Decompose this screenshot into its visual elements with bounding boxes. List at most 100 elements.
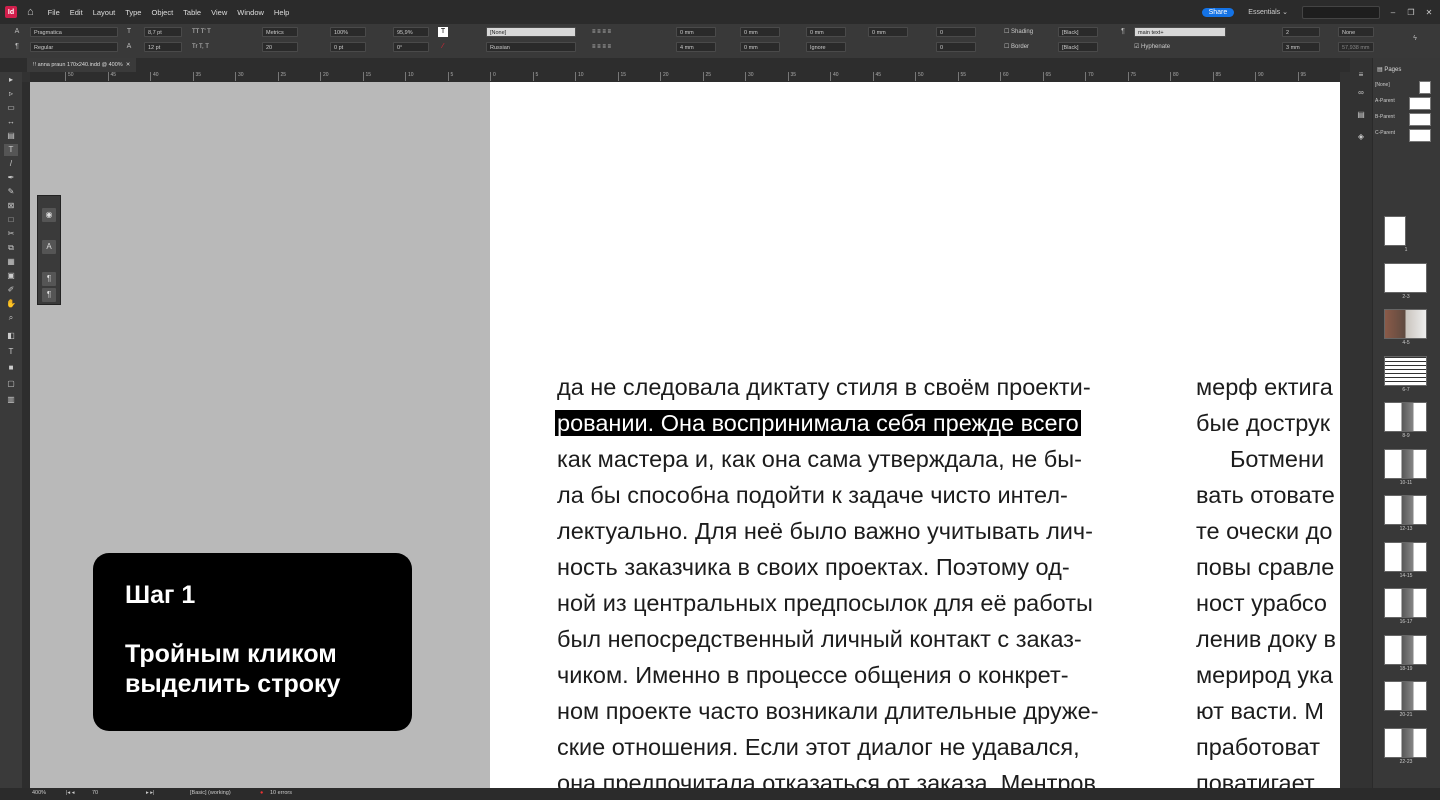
text-line[interactable]: ские отношения. Если этот диалог не удав… (557, 729, 1099, 765)
direct-selection-tool-icon[interactable]: ▹ (4, 88, 18, 100)
content-collector-icon[interactable]: ▤ (4, 130, 18, 142)
justify-buttons[interactable]: ≡ ≡ ≡ ≡ (592, 42, 611, 52)
layers-icon[interactable]: ◈ (1355, 132, 1367, 144)
paragraph-style-field[interactable]: main text+ (1134, 27, 1226, 37)
document-page[interactable]: да не следовала диктату стиля в своём пр… (490, 82, 1340, 788)
text-line[interactable]: она предпочитала отказаться от заказа. М… (557, 765, 1099, 788)
page-next-icon[interactable]: ▸ ▸| (146, 790, 154, 796)
text-line[interactable]: да не следовала диктату стиля в своём пр… (557, 369, 1099, 405)
page-number-field[interactable]: 70 (92, 790, 98, 796)
hyphenate-checkbox[interactable]: ☑ Hyphenate (1134, 42, 1170, 52)
page-thumbnail[interactable] (1384, 495, 1427, 525)
parent-page-label[interactable]: C-Parent (1375, 130, 1395, 136)
text-line[interactable]: ровании. Она воспринимала себя прежде вс… (555, 405, 1099, 441)
page-thumbnail[interactable] (1384, 634, 1427, 665)
right-indent-field[interactable]: 0 mm (740, 27, 780, 37)
document-tab[interactable]: !! anna praun 170x240.indd @ 400% ✕ (27, 58, 137, 72)
menu-edit[interactable]: Edit (70, 8, 83, 17)
parent-page-thumbnail[interactable] (1419, 81, 1431, 94)
page-thumbnail[interactable] (1384, 355, 1427, 386)
restore-icon[interactable]: ❐ (1406, 8, 1416, 17)
text-line[interactable]: Ботмени (1196, 441, 1336, 477)
text-line[interactable]: ност урабсо (1196, 585, 1336, 621)
text-line[interactable]: мерф ектига (1196, 369, 1336, 405)
stroke-none-icon[interactable]: ⁄ (438, 42, 448, 52)
page-nav-icon[interactable]: |◂ ◂ (66, 790, 74, 796)
screen-mode-icon[interactable]: ▢ (4, 378, 18, 390)
text-line[interactable]: ной из центральных предпосылок для её ра… (557, 585, 1099, 621)
text-line[interactable]: бые дострук (1196, 405, 1336, 441)
width-field[interactable]: 57,938 mm (1338, 42, 1374, 52)
menu-table[interactable]: Table (183, 8, 201, 17)
menu-type[interactable]: Type (125, 8, 141, 17)
links-icon[interactable]: ∞ (1355, 88, 1367, 100)
last-line-indent-field[interactable]: 0 mm (868, 27, 908, 37)
menu-window[interactable]: Window (237, 8, 264, 17)
zoom-tool-icon[interactable]: ⌕ (4, 312, 18, 324)
preview-mode-icon[interactable]: ▥ (4, 394, 18, 406)
home-icon[interactable]: ⌂ (27, 6, 34, 18)
space-before-field[interactable]: 4 mm (676, 42, 716, 52)
menu-layout[interactable]: Layout (93, 8, 116, 17)
text-line[interactable]: чиком. Именно в процессе общения о конкр… (557, 657, 1099, 693)
kerning-field[interactable]: Metrics (262, 27, 298, 37)
parent-page-thumbnail[interactable] (1409, 129, 1431, 142)
share-button[interactable]: Share (1201, 7, 1235, 17)
object-styles-icon[interactable]: ¶ (42, 288, 56, 302)
align-buttons[interactable]: ≡ ≡ ≡ ≡ (592, 27, 611, 37)
shading-swatch-field[interactable]: [Black] (1058, 27, 1098, 37)
page-thumbnail[interactable] (1384, 309, 1427, 339)
zoom-field[interactable]: 400% (32, 790, 46, 796)
preflight-profile[interactable]: [Basic] (working) (190, 790, 231, 796)
text-line[interactable]: повы сравле (1196, 549, 1336, 585)
subscript-buttons[interactable]: Tr T, T (192, 42, 209, 52)
scissors-tool-icon[interactable]: ✂ (4, 228, 18, 240)
text-column-right[interactable]: мерф ектига бые дострук Ботмени вать отоват… (1196, 369, 1336, 788)
shading-checkbox[interactable]: ☐ Shading (1004, 27, 1033, 37)
page-thumbnail[interactable] (1384, 216, 1406, 246)
search-input[interactable] (1302, 5, 1380, 19)
character-mode-icon[interactable]: A (12, 27, 22, 37)
border-swatch-field[interactable]: [Black] (1058, 42, 1098, 52)
menu-file[interactable]: File (48, 8, 60, 17)
gutter-field[interactable]: 3 mm (1282, 42, 1320, 52)
page-thumbnail[interactable] (1384, 541, 1427, 572)
page-thumbnail[interactable] (1384, 588, 1427, 618)
rectangle-tool-icon[interactable]: □ (4, 214, 18, 226)
span-columns-field[interactable]: None (1338, 27, 1374, 37)
parent-page-label[interactable]: A-Parent (1375, 98, 1395, 104)
leading-field[interactable]: 12 pt (144, 42, 182, 52)
fill-text-icon[interactable]: T (438, 27, 448, 37)
horizontal-scale-field[interactable]: 95,9% (393, 27, 429, 37)
free-transform-tool-icon[interactable]: ⧉ (4, 242, 18, 254)
character-styles-icon[interactable]: A (42, 240, 56, 254)
line-tool-icon[interactable]: / (4, 158, 18, 170)
paragraph-mode-icon[interactable]: ¶ (12, 42, 22, 52)
close-icon[interactable]: ✕ (1424, 8, 1434, 17)
text-line[interactable]: как мастера и, как она сама утверждала, … (557, 441, 1099, 477)
text-line[interactable]: те очески до (1196, 513, 1336, 549)
language-field[interactable]: Russian (486, 42, 576, 52)
workspace-switcher[interactable]: Essentials ⌄ (1248, 8, 1288, 16)
text-line[interactable]: пработоват (1196, 729, 1336, 765)
parent-page-thumbnail[interactable] (1409, 113, 1431, 126)
note-tool-icon[interactable]: ▣ (4, 270, 18, 282)
caps-buttons[interactable]: TT T' T (192, 27, 211, 37)
character-style-field[interactable]: [None] (486, 27, 576, 37)
columns-field[interactable]: 2 (1282, 27, 1320, 37)
parent-page-label[interactable]: [None] (1375, 82, 1390, 88)
menu-view[interactable]: View (211, 8, 227, 17)
font-family-field[interactable]: Pragmatica (30, 27, 118, 37)
text-line[interactable]: вать отовате (1196, 477, 1336, 513)
selection-tool-icon[interactable]: ▸ (4, 74, 18, 86)
tracking-field[interactable]: 20 (262, 42, 298, 52)
drop-cap-chars-field[interactable]: 0 (936, 42, 976, 52)
baseline-field[interactable]: 0 pt (330, 42, 366, 52)
text-line[interactable]: ют васти. М (1196, 693, 1336, 729)
paragraph-styles-icon[interactable]: ¶ (42, 272, 56, 286)
minimize-icon[interactable]: – (1388, 8, 1398, 17)
border-checkbox[interactable]: ☐ Border (1004, 42, 1029, 52)
hand-tool-icon[interactable]: ✋ (4, 298, 18, 310)
text-line[interactable]: ность заказчика в своих проектах. Поэтом… (557, 549, 1099, 585)
eyedropper-tool-icon[interactable]: ✐ (4, 284, 18, 296)
